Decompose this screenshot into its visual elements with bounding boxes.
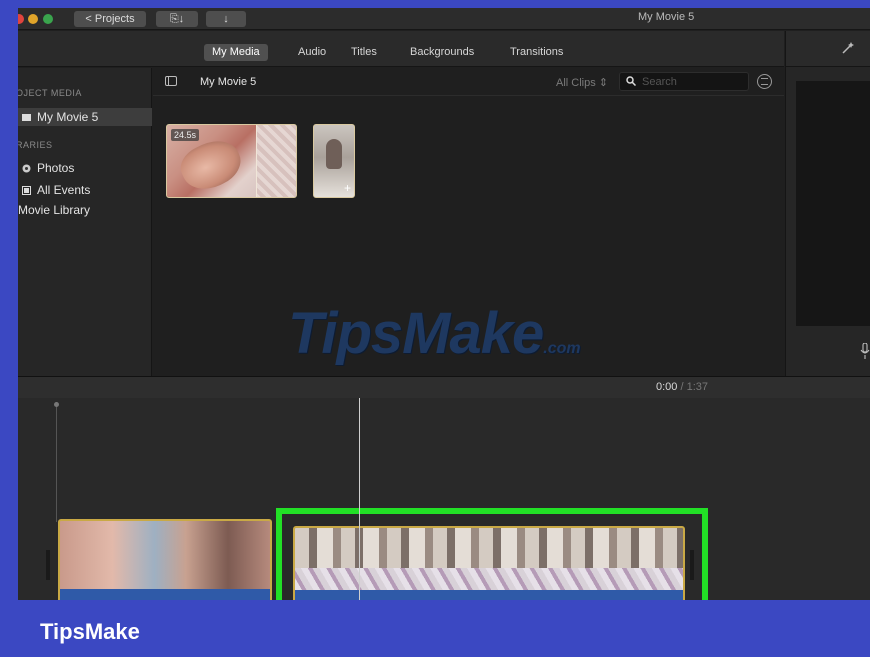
- browser-toolbar: My Movie 5 All Clips ⇕: [153, 68, 784, 96]
- timeline[interactable]: [18, 398, 870, 600]
- watermark-logo: TipsMake.com: [288, 301, 581, 366]
- clip-duration: 24.5s: [171, 129, 200, 141]
- film-icon: [22, 109, 31, 121]
- timeline-header: 0:00 / 1:37: [18, 376, 870, 398]
- sidebar-item-label: My Movie 5: [37, 110, 99, 124]
- media-clip-thumbnail[interactable]: +: [313, 124, 355, 198]
- viewer-toolbar: [786, 31, 870, 67]
- download-button[interactable]: ↓: [206, 11, 246, 27]
- sidebar-item-all-events[interactable]: All Events: [18, 181, 152, 199]
- maximize-window-button[interactable]: [43, 14, 53, 24]
- search-box[interactable]: [619, 72, 749, 91]
- sidebar-item-photos[interactable]: Photos: [18, 159, 152, 177]
- project-media-heading: OJECT MEDIA: [18, 88, 82, 98]
- timeline-clip[interactable]: [58, 519, 272, 600]
- sidebar-item-label: Photos: [37, 161, 75, 175]
- child-image: [326, 139, 342, 169]
- brand-name: TipsMake: [40, 619, 140, 644]
- search-icon: [626, 76, 636, 86]
- title-bar: < Projects ⎘↓ ↓ My Movie 5: [18, 8, 870, 30]
- brand-footer: TipsMake: [0, 600, 870, 657]
- audio-waveform-strip: [60, 589, 270, 600]
- tab-audio[interactable]: Audio: [290, 44, 334, 61]
- film-icon: [22, 182, 31, 195]
- clip-filter-dropdown[interactable]: All Clips ⇕: [556, 76, 608, 89]
- timecode: 0:00 / 1:37: [656, 381, 708, 393]
- flower-icon: [22, 160, 31, 173]
- sidebar-item-project[interactable]: My Movie 5: [18, 108, 152, 126]
- timeline-start-marker: [54, 402, 59, 522]
- tab-transitions[interactable]: Transitions: [502, 44, 571, 61]
- sidebar-item-label: All Events: [37, 183, 91, 197]
- minimize-window-button[interactable]: [28, 14, 38, 24]
- current-time: 0:00: [656, 381, 678, 393]
- highlight-box: [276, 508, 708, 600]
- magic-wand-icon[interactable]: [841, 41, 855, 55]
- add-clip-icon[interactable]: +: [344, 181, 351, 195]
- imovie-window: < Projects ⎘↓ ↓ My Movie 5 My Media Audi…: [18, 8, 870, 600]
- clip-trim-handle[interactable]: [46, 550, 50, 580]
- tab-my-media[interactable]: My Media: [204, 44, 268, 61]
- projects-back-button[interactable]: < Projects: [74, 11, 146, 27]
- baby-image: [174, 132, 248, 197]
- playhead[interactable]: [359, 398, 360, 600]
- tab-backgrounds[interactable]: Backgrounds: [402, 44, 482, 61]
- microphone-icon[interactable]: [860, 343, 870, 359]
- viewer-panel: [785, 31, 870, 376]
- total-time: 1:37: [686, 381, 709, 393]
- share-button[interactable]: ⎘↓: [156, 11, 198, 27]
- tab-titles[interactable]: Titles: [343, 44, 385, 61]
- media-browser: My Movie 5 All Clips ⇕ 24.5s + TipsMake.…: [153, 68, 784, 376]
- screenshot-frame: < Projects ⎘↓ ↓ My Movie 5 My Media Audi…: [0, 0, 870, 657]
- time-separator: /: [680, 381, 684, 393]
- blanket-image: [257, 125, 296, 197]
- media-clip-thumbnail[interactable]: 24.5s: [166, 124, 297, 198]
- media-tab-bar: My Media Audio Titles Backgrounds Transi…: [18, 31, 784, 67]
- search-input[interactable]: [642, 74, 742, 90]
- filter-icon[interactable]: [757, 74, 772, 89]
- clip-divider: [256, 125, 257, 197]
- sidebar-toggle-icon[interactable]: [165, 76, 177, 86]
- video-preview: [796, 81, 870, 326]
- browser-title: My Movie 5: [200, 76, 257, 88]
- close-window-button[interactable]: [18, 14, 24, 24]
- library-sidebar: OJECT MEDIA My Movie 5 RARIES Photos All…: [18, 68, 152, 376]
- window-title: My Movie 5: [638, 11, 695, 23]
- libraries-heading: RARIES: [18, 140, 53, 150]
- sidebar-item-movie-library[interactable]: Movie Library: [18, 201, 152, 219]
- sidebar-item-label: Movie Library: [18, 203, 91, 217]
